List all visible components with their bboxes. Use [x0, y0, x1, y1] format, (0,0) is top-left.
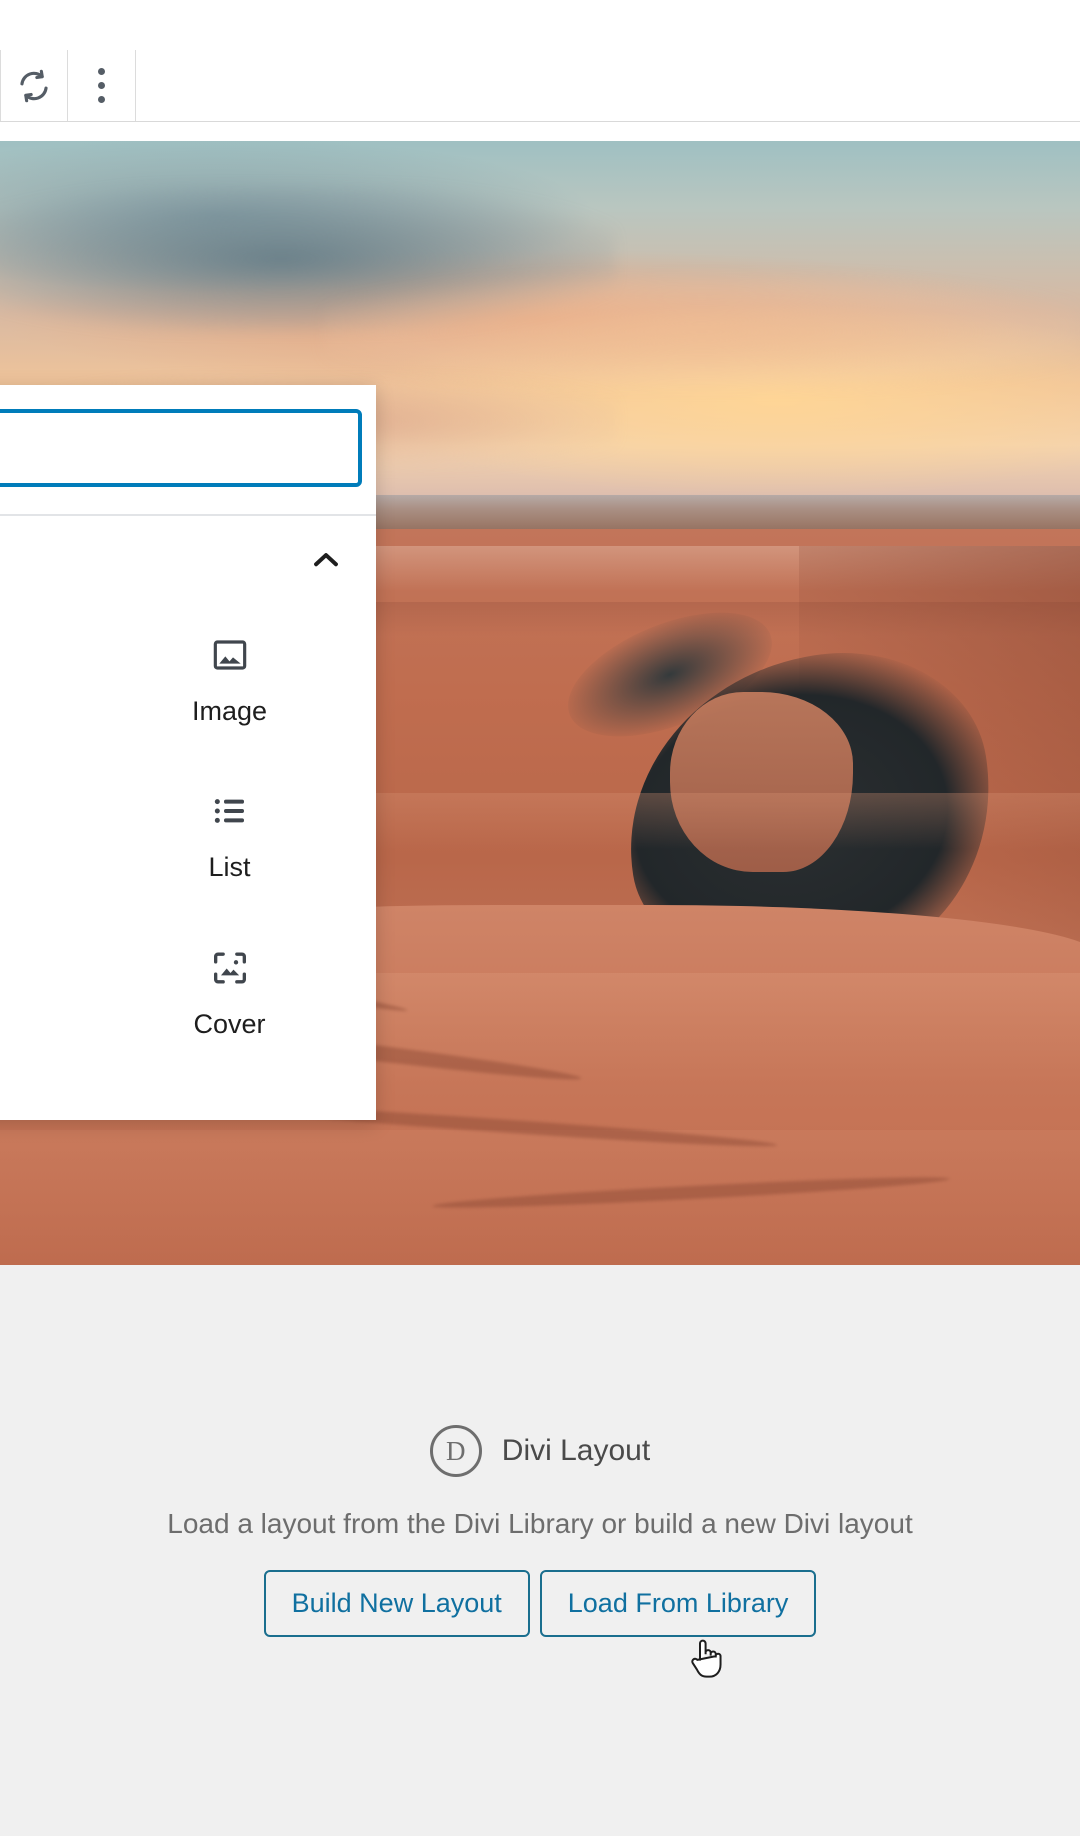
divi-logo-icon: D — [429, 1425, 482, 1477]
divi-description: Load a layout from the Divi Library or b… — [167, 1508, 913, 1539]
more-options-button[interactable] — [68, 50, 136, 121]
block-item-list[interactable]: List — [83, 758, 376, 915]
block-item-audio[interactable]: Audio — [0, 914, 83, 1071]
chevron-up-icon[interactable] — [300, 534, 352, 586]
three-dots-vertical-icon — [98, 68, 105, 103]
list-icon — [209, 790, 251, 832]
divi-action-buttons: Build New Layout Load From Library — [0, 1570, 1080, 1637]
image-icon — [209, 634, 251, 676]
refresh-icon — [17, 69, 51, 103]
search-input[interactable] — [0, 408, 362, 487]
divi-header: D Divi Layout — [0, 1425, 1080, 1477]
block-label: Image — [191, 695, 268, 726]
divi-title: Divi Layout — [501, 1434, 651, 1467]
cloud-decoration — [324, 275, 1080, 389]
block-type-grid: Paragraph Image Gallery — [0, 601, 376, 1071]
block-item-cover[interactable]: Cover — [83, 914, 376, 1071]
block-search-row — [0, 385, 376, 510]
block-label: List — [208, 852, 251, 883]
divi-layout-placeholder: D Divi Layout Load a layout from the Div… — [0, 1265, 1080, 1836]
cover-icon — [209, 947, 251, 989]
block-item-image[interactable]: Image — [83, 601, 376, 758]
block-category-header — [0, 516, 376, 601]
block-item-gallery[interactable]: Gallery — [0, 758, 83, 915]
build-new-layout-button[interactable]: Build New Layout — [263, 1570, 530, 1637]
block-label: Cover — [193, 1009, 266, 1040]
refresh-button[interactable] — [0, 50, 68, 121]
block-inserter-popover: Paragraph Image Gallery — [0, 385, 376, 1120]
editor-toolbar — [0, 50, 1080, 122]
load-from-library-button[interactable]: Load From Library — [539, 1570, 817, 1637]
block-item-paragraph[interactable]: Paragraph — [0, 601, 83, 758]
